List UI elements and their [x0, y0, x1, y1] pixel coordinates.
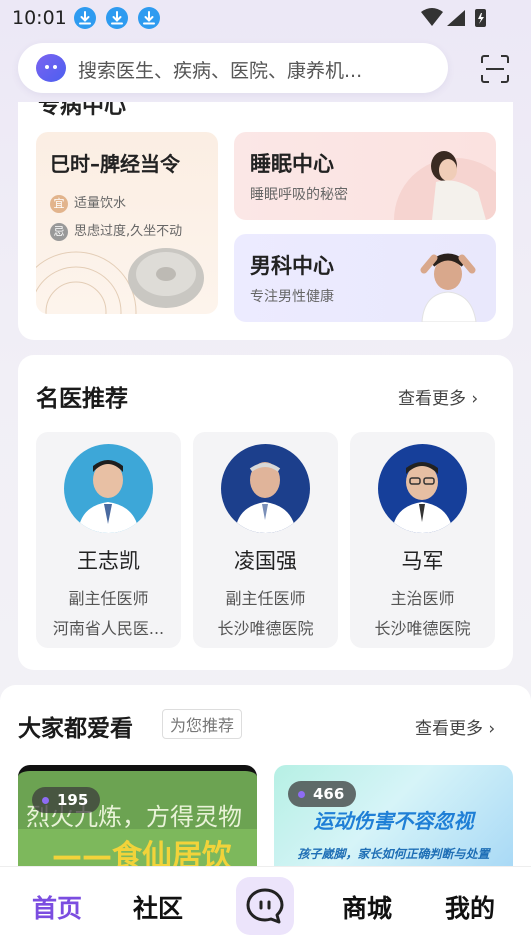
- see-more-label: 查看更多: [398, 389, 466, 409]
- chat-assistant-button[interactable]: [236, 877, 294, 935]
- download-icon: [106, 7, 128, 29]
- status-icons: [421, 8, 486, 27]
- male-center-card[interactable]: 男科中心 专注男性健康: [234, 234, 496, 322]
- popular-section: 大家都爱看 为您推荐 查看更多 › 烈火九炼，方得灵物 ——食仙居饮 195 运…: [0, 685, 531, 885]
- recommend-tag: 为您推荐: [162, 709, 243, 739]
- video-caption: 运动伤害不容忽视: [313, 809, 474, 833]
- doctor-card[interactable]: 凌国强 副主任医师 长沙唯德医院: [193, 432, 338, 648]
- center-title: 睡眠中心: [250, 152, 334, 176]
- tip-row-suitable: 宜适量饮水: [50, 192, 126, 213]
- doctor-card[interactable]: 王志凯 副主任医师 河南省人民医...: [36, 432, 181, 648]
- see-more-link[interactable]: 查看更多 ›: [415, 714, 495, 739]
- see-more-link[interactable]: 查看更多 ›: [398, 384, 478, 409]
- doctor-avatar: [378, 444, 467, 533]
- compass-illustration: [36, 248, 204, 314]
- status-bar: 10:01: [0, 0, 531, 36]
- doctor-card[interactable]: 马军 主治医师 长沙唯德医院: [350, 432, 495, 648]
- doctor-title: 副主任医师: [225, 589, 306, 608]
- tab-profile[interactable]: 我的: [445, 889, 495, 925]
- doctor-title: 副主任医师: [68, 589, 149, 608]
- centers-title: 专病中心: [38, 102, 127, 119]
- doctor-avatar: [64, 444, 153, 533]
- sleeping-woman-illustration: [394, 151, 496, 220]
- search-input[interactable]: 搜索医生、疾病、医院、康养机...: [18, 43, 448, 93]
- stressed-man-illustration: [420, 253, 477, 322]
- doctor-hospital: 长沙唯德医院: [217, 619, 314, 638]
- chevron-right-icon: ›: [488, 719, 496, 739]
- download-icon: [138, 7, 160, 29]
- doctor-name: 马军: [401, 549, 444, 573]
- view-count: 466: [313, 785, 345, 803]
- sleep-center-card[interactable]: 睡眠中心 睡眠呼吸的秘密: [234, 132, 496, 220]
- doctor-hospital: 长沙唯德医院: [374, 619, 471, 638]
- view-count-badge: 195: [32, 787, 101, 813]
- scan-icon[interactable]: [480, 54, 510, 84]
- tip-text: 适量饮水: [74, 196, 127, 211]
- download-icon: [74, 7, 96, 29]
- doctor-hospital: 河南省人民医...: [52, 619, 165, 638]
- seasonal-health-card[interactable]: 巳时–脾经当令 宜适量饮水 忌思虑过度,久坐不动: [36, 132, 218, 314]
- section-title: 名医推荐: [36, 386, 128, 412]
- video-card[interactable]: 烈火九炼，方得灵物 ——食仙居饮 195: [18, 765, 257, 875]
- see-more-label: 查看更多: [415, 719, 483, 739]
- status-time: 10:01: [12, 7, 67, 29]
- video-card[interactable]: 运动伤害不容忽视 孩子崴脚，家长如何正确判断与处置 466: [274, 765, 513, 875]
- famous-doctors-section: 名医推荐 查看更多 › 王志凯 副主任医师 河南省人民医... 凌国强 副主任医…: [18, 355, 513, 670]
- doctor-avatar: [221, 444, 310, 533]
- center-title: 男科中心: [250, 254, 334, 278]
- tab-mall[interactable]: 商城: [342, 889, 392, 925]
- doctor-name: 王志凯: [77, 549, 140, 573]
- search-placeholder: 搜索医生、疾病、医院、康养机...: [78, 60, 363, 82]
- doctor-name: 凌国强: [234, 549, 297, 573]
- video-caption: 孩子崴脚，家长如何正确判断与处置: [297, 847, 490, 861]
- chevron-right-icon: ›: [471, 389, 479, 409]
- chat-bubble-icon: [246, 888, 284, 924]
- center-subtitle: 专注男性健康: [250, 289, 334, 305]
- center-subtitle: 睡眠呼吸的秘密: [250, 187, 348, 203]
- doctor-title: 主治医师: [390, 589, 455, 608]
- tip-badge: 宜: [50, 194, 68, 213]
- health-centers-card: 专病中心 巳时–脾经当令 宜适量饮水 忌思虑过度,久坐不动 睡眠中心 睡眠呼吸的…: [18, 102, 513, 340]
- tab-community[interactable]: 社区: [133, 889, 183, 925]
- view-count: 195: [57, 791, 89, 809]
- tab-home[interactable]: 首页: [32, 889, 82, 925]
- bottom-tab-bar: 首页 社区 商城 我的: [0, 866, 531, 944]
- view-count-badge: 466: [288, 781, 357, 807]
- seasonal-title: 巳时–脾经当令: [50, 152, 180, 176]
- section-title: 大家都爱看: [18, 716, 133, 742]
- chat-logo-icon: [36, 54, 66, 82]
